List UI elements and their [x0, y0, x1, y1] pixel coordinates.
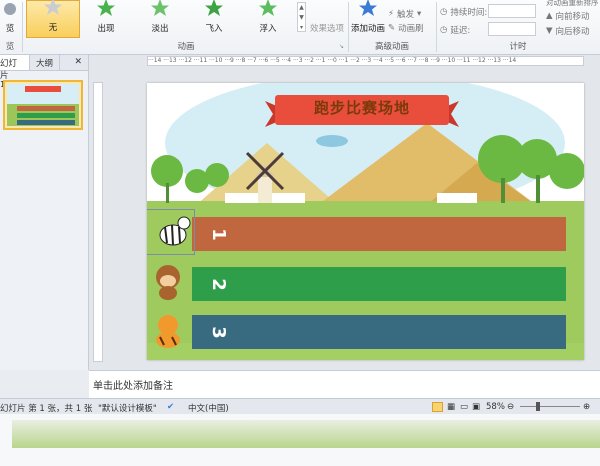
clock-icon: ◷ [440, 25, 448, 35]
delay-spinner[interactable] [488, 22, 536, 36]
selection-box[interactable] [147, 209, 195, 255]
duration-spinner[interactable] [488, 4, 536, 18]
tab-outline[interactable]: 大纲 [30, 55, 61, 70]
lane-3[interactable]: 3 [192, 315, 566, 349]
star-icon [43, 0, 63, 17]
preview-icon [0, 0, 20, 18]
preview-group-label: 览 [5, 42, 15, 52]
normal-view-icon[interactable] [432, 402, 443, 412]
lane-1-label: 1 [207, 227, 229, 241]
effect-none[interactable]: 无 [26, 0, 80, 38]
horizontal-ruler[interactable]: ···14 ···13 ···12 ···11 ···10 ···9 ···8 … [147, 56, 584, 66]
ribbon: 览 览 无 出现 淡出 飞入 浮入 ▲ ▼ ▾ 效果选项 动画 ↘ 添加动画 ⚡ 触发… [0, 0, 600, 55]
star-icon [258, 0, 278, 18]
slide-title[interactable]: 跑步比赛场地 [275, 97, 449, 118]
slideshow-icon[interactable]: ▣ [472, 402, 480, 412]
star-icon [204, 0, 224, 18]
tiger-image[interactable] [151, 313, 185, 349]
add-animation-button[interactable]: 添加动画 [350, 0, 386, 38]
monkey-image[interactable] [153, 263, 183, 301]
theme-name[interactable]: "默认设计模板" [98, 402, 157, 414]
divider [348, 2, 349, 52]
effect-options-icon [317, 0, 337, 18]
bottom-panel [0, 414, 600, 466]
slide-thumbnail[interactable] [3, 80, 83, 130]
timing-group-label: 计时 [509, 42, 527, 52]
move-earlier-button[interactable]: ▲ 向前移动 [546, 10, 590, 22]
star-icon [358, 0, 378, 18]
advanced-group-label: 高级动画 [374, 42, 409, 52]
reorder-title: 对动画重新排序 [546, 0, 599, 7]
effect-options-button[interactable]: 效果选项 [308, 0, 346, 38]
status-bar: 幻灯片 第 1 张，共 1 张 "默认设计模板" ✔ 中文(中国) ▦ ▭ ▣ … [0, 398, 600, 414]
spell-check-icon[interactable]: ✔ [167, 402, 174, 412]
zoom-level[interactable]: 58% [486, 402, 505, 412]
pane-tabs: 幻灯片 大纲 ✕ [0, 55, 88, 81]
next-slide-preview [12, 420, 600, 448]
divider [22, 2, 23, 52]
zoom-slider[interactable] [520, 406, 580, 407]
star-icon [96, 0, 116, 18]
divider [436, 2, 437, 52]
language[interactable]: 中文(中国) [188, 402, 229, 414]
reading-view-icon[interactable]: ▭ [460, 402, 468, 412]
vertical-ruler[interactable] [93, 82, 103, 362]
thumb-preview [7, 84, 79, 126]
move-later-button[interactable]: ▼ 向后移动 [546, 25, 590, 37]
star-icon [150, 0, 170, 18]
preview-button[interactable]: 览 [0, 0, 20, 38]
clock-icon: ◷ [440, 7, 448, 17]
trigger-button[interactable]: ⚡ 触发 ▾ [388, 8, 421, 20]
animation-painter-button[interactable]: ✎ 动画刷 [388, 22, 424, 34]
animation-group-label: 动画 [177, 42, 195, 52]
delay-label: ◷ 延迟: [440, 25, 471, 36]
close-icon[interactable]: ✕ [68, 55, 88, 70]
arrow-down-icon: ▼ [546, 26, 553, 36]
zoom-slider-thumb[interactable] [536, 402, 540, 411]
slide-canvas[interactable]: 跑步比赛场地 1 2 3 [147, 83, 584, 360]
gallery-scroll[interactable]: ▲ ▼ ▾ [297, 2, 306, 32]
zoom-out-icon[interactable]: ⊖ [507, 402, 514, 412]
trigger-icon: ⚡ [388, 9, 394, 19]
zoom-in-icon[interactable]: ⊕ [583, 402, 590, 412]
lane-2-label: 2 [207, 277, 229, 291]
slide-sorter-icon[interactable]: ▦ [447, 402, 455, 412]
lane-2[interactable]: 2 [192, 267, 566, 301]
slide-count: 幻灯片 第 1 张，共 1 张 [0, 404, 93, 414]
duration-label: ◷ 持续时间: [440, 7, 488, 18]
arrow-up-icon: ▲ [546, 11, 553, 21]
dialog-launcher-icon[interactable]: ↘ [339, 43, 344, 50]
tab-slides[interactable]: 幻灯片 [0, 55, 30, 81]
effect-fly-in[interactable]: 飞入 [188, 0, 240, 38]
effect-appear[interactable]: 出现 [80, 0, 132, 38]
painter-icon: ✎ [388, 23, 396, 33]
lane-1[interactable]: 1 [192, 217, 566, 251]
lane-3-label: 3 [207, 325, 229, 339]
notes-pane[interactable]: 单击此处添加备注 [89, 370, 600, 398]
effect-float-in[interactable]: 浮入 [242, 0, 294, 38]
effect-fade[interactable]: 淡出 [134, 0, 186, 38]
